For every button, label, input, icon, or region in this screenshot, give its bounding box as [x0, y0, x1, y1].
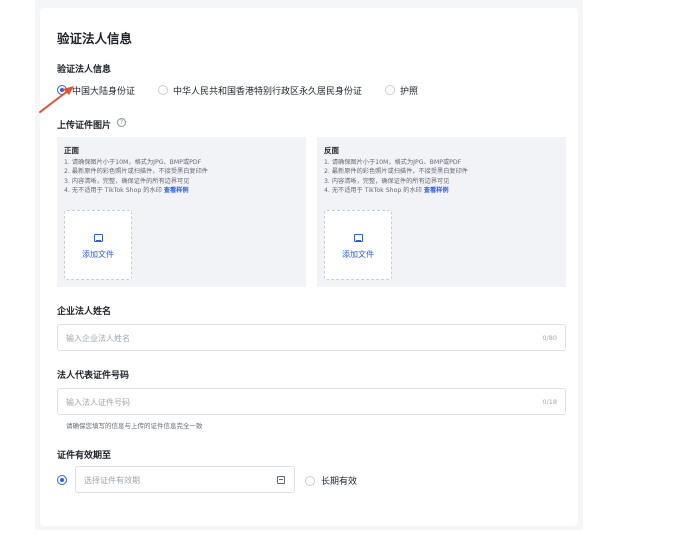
- requirement-line: 1. 请确保图片小于10M，格式为JPG、BMP或PDF: [324, 159, 462, 166]
- view-example-link[interactable]: 查看样例: [164, 187, 189, 194]
- upload-panel-back: 反面 1. 请确保图片小于10M，格式为JPG、BMP或PDF 2. 最新原件的…: [317, 137, 566, 287]
- upload-requirements: 1. 请确保图片小于10M，格式为JPG、BMP或PDF 2. 最新原件的彩色照…: [64, 158, 208, 195]
- legal-name-input[interactable]: 输入企业法人姓名 0/80: [57, 324, 566, 351]
- long-term-option[interactable]: 长期有效: [305, 474, 357, 487]
- image-icon: [94, 234, 103, 242]
- long-term-label: 长期有效: [321, 477, 358, 487]
- requirement-line: 2. 最新原件的彩色照片或扫描件，不接受黑白复印件: [324, 168, 468, 176]
- char-counter: 0/18: [542, 398, 557, 406]
- radio-unselected-icon[interactable]: [305, 475, 315, 486]
- radio-label: 中华人民共和国香港特别行政区永久居民身份证: [173, 86, 363, 97]
- radio-label: 中国大陆身份证: [72, 86, 136, 97]
- requirement-text: 4. 无不适用于 TikTok Shop 的水印: [324, 186, 422, 194]
- help-icon[interactable]: ?: [117, 118, 126, 127]
- requirement-line: 3. 内容清晰，完整，确保证件的所有边界可见: [64, 177, 190, 185]
- requirement-line: 4. 无不适用于 TikTok Shop 的水印 查看样例: [64, 186, 208, 195]
- radio-date-selected-icon[interactable]: [57, 475, 67, 485]
- upload-section-label: 上传证件图片: [57, 121, 112, 131]
- input-placeholder: 选择证件有效期: [84, 476, 140, 485]
- radio-label: 护照: [400, 86, 419, 97]
- id-number-input[interactable]: 输入法人证件号码 0/18: [57, 388, 566, 415]
- upload-requirements: 1. 请确保图片小于10M，格式为JPG、BMP或PDF 2. 最新原件的彩色照…: [324, 158, 468, 195]
- requirement-line: 2. 最新原件的彩色照片或扫描件，不接受黑白复印件: [64, 168, 208, 176]
- radio-option-hk-id[interactable]: 中华人民共和国香港特别行政区永久居民身份证: [158, 84, 362, 97]
- add-file-label: 添加文件: [342, 250, 374, 259]
- char-counter: 0/80: [542, 334, 557, 342]
- id-number-label: 法人代表证件号码: [57, 371, 130, 381]
- page-title: 验证法人信息: [57, 31, 133, 46]
- validity-label: 证件有效期至: [57, 451, 112, 461]
- requirement-line: 3. 内容清晰，完整，确保证件的所有边界可见: [324, 177, 450, 185]
- requirement-text: 4. 无不适用于 TikTok Shop 的水印: [64, 186, 162, 194]
- radio-unselected-icon[interactable]: [158, 85, 169, 95]
- id-type-radio-group: 中国大陆身份证 中华人民共和国香港特别行政区永久居民身份证 护照: [57, 84, 418, 97]
- input-placeholder: 输入法人证件号码: [66, 398, 130, 407]
- validity-date-picker[interactable]: 选择证件有效期: [75, 466, 295, 493]
- annotation-arrow-icon: [39, 86, 74, 113]
- image-icon: [354, 234, 363, 242]
- legal-name-label: 企业法人姓名: [57, 307, 112, 317]
- view-example-link[interactable]: 查看样例: [424, 187, 449, 194]
- add-file-dropzone[interactable]: 添加文件: [324, 210, 392, 280]
- verify-section-label: 验证法人信息: [57, 65, 112, 75]
- requirement-line: 1. 请确保图片小于10M，格式为JPG、BMP或PDF: [64, 159, 202, 166]
- requirement-line: 4. 无不适用于 TikTok Shop 的水印 查看样例: [324, 186, 468, 195]
- add-file-label: 添加文件: [82, 250, 114, 259]
- panel-title: 正面: [64, 146, 79, 155]
- add-file-dropzone[interactable]: 添加文件: [64, 210, 132, 280]
- input-placeholder: 输入企业法人姓名: [66, 334, 130, 343]
- radio-unselected-icon[interactable]: [385, 85, 396, 95]
- radio-option-passport[interactable]: 护照: [385, 84, 418, 97]
- upload-panel-front: 正面 1. 请确保图片小于10M，格式为JPG、BMP或PDF 2. 最新原件的…: [57, 137, 306, 287]
- calendar-icon[interactable]: [277, 476, 285, 484]
- id-number-hint: 请确保您填写的信息与上传的证件信息完全一致: [66, 422, 203, 430]
- panel-title: 反面: [324, 146, 339, 155]
